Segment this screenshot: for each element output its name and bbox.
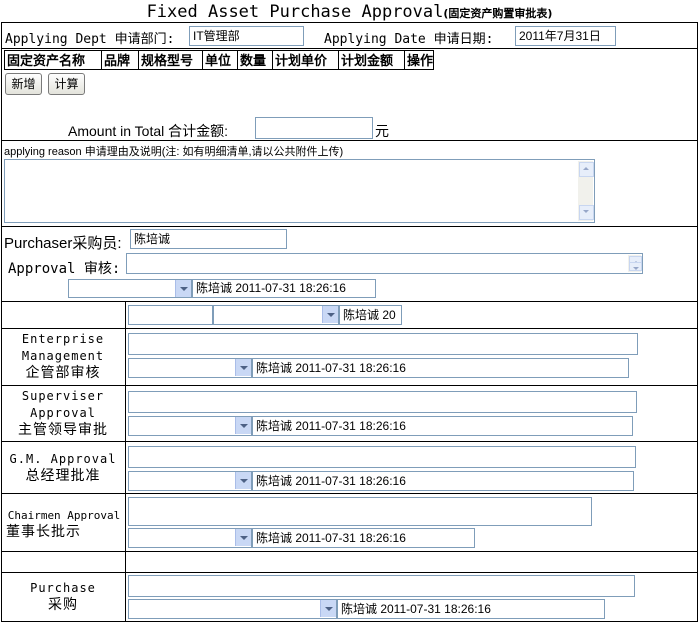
purchaser-field[interactable]: 陈培诚 [130, 229, 287, 249]
amount-field[interactable] [255, 117, 373, 139]
purchase-select[interactable] [128, 599, 337, 619]
col-unit: 单位 [203, 51, 238, 70]
scroll-down-icon[interactable] [579, 205, 594, 220]
supervisor-label-en1: Superviser [21, 389, 105, 403]
col-brand: 品牌 [102, 51, 139, 70]
enterprise-stamp: 陈培诚 2011-07-31 18:26:16 [252, 358, 629, 378]
col-qty: 数量 [238, 51, 273, 70]
chairman-label: Chairmen Approval 董事长批示 [2, 507, 126, 541]
amount-label: Amount in Total 合计金额: [68, 123, 229, 139]
chevron-down-icon[interactable] [235, 529, 251, 546]
approval-scrollbar[interactable] [628, 255, 642, 272]
date-label: Applying Date 申请日期: [324, 32, 494, 47]
col-amount: 计划金额 [339, 51, 405, 70]
chevron-down-icon[interactable] [235, 417, 251, 434]
reason-scrollbar[interactable] [578, 161, 594, 221]
blank-row-stamp: 陈培诚 20 [339, 305, 402, 325]
blank-row-select[interactable] [213, 305, 339, 325]
supervisor-stamp: 陈培诚 2011-07-31 18:26:16 [252, 416, 633, 436]
gm-stamp: 陈培诚 2011-07-31 18:26:16 [252, 471, 634, 491]
approval-stamp: 陈培诚 2011-07-31 18:26:16 [192, 279, 376, 298]
enterprise-label-en1: Enterprise [21, 332, 105, 346]
chairman-label-cn: 董事长批示 [6, 524, 81, 540]
items-table-header: 固定资产名称 品牌 规格型号 单位 数量 计划单价 计划金额 操作 [4, 50, 434, 70]
col-unit-price: 计划单价 [273, 51, 339, 70]
chairman-label-en: Chairmen Approval [7, 509, 121, 522]
purchaser-label: Purchaser采购员: [4, 235, 122, 252]
approval-label: Approval 审核: [8, 261, 121, 277]
reason-textarea[interactable] [4, 159, 595, 223]
chairman-stamp: 陈培诚 2011-07-31 18:26:16 [252, 528, 475, 548]
supervisor-label-cn: 主管领导审批 [18, 422, 108, 438]
approval-textarea[interactable] [126, 253, 643, 274]
chairman-select[interactable] [128, 528, 252, 548]
page-title: Fixed Asset Purchase Approval(固定资产购置审批表) [0, 2, 699, 22]
chevron-down-icon[interactable] [235, 359, 251, 376]
chairman-comment-field[interactable] [128, 497, 592, 526]
amount-unit: 元 [375, 123, 389, 139]
gm-label-en: G.M. Approval [9, 452, 117, 466]
add-button[interactable]: 新增 [5, 73, 42, 95]
title-cn: (固定资产购置审批表) [443, 7, 553, 20]
gm-label-cn: 总经理批准 [25, 468, 101, 484]
enterprise-label-en2: Management [21, 349, 105, 363]
reason-label: applying reason 申请理由及说明(注: 如有明细清单,请以公共附件… [4, 146, 344, 158]
enterprise-label-cn: 企管部审核 [25, 365, 101, 381]
chevron-down-icon[interactable] [322, 306, 338, 323]
enterprise-label: Enterprise Management 企管部审核 [4, 331, 122, 382]
purchase-label: Purchase 采购 [4, 580, 122, 614]
col-asset-name: 固定资产名称 [5, 51, 102, 70]
chevron-down-icon[interactable] [175, 280, 191, 297]
chevron-down-icon[interactable] [235, 472, 251, 489]
approval-select[interactable] [68, 279, 192, 298]
gm-label: G.M. Approval 总经理批准 [4, 451, 122, 485]
dept-field[interactable]: IT管理部 [189, 26, 304, 46]
supervisor-label: Superviser Approval 主管领导审批 [4, 388, 122, 439]
dept-label: Applying Dept 申请部门: [5, 32, 175, 47]
supervisor-select[interactable] [128, 416, 252, 436]
chevron-down-icon[interactable] [320, 600, 336, 617]
gm-select[interactable] [128, 471, 252, 491]
purchase-label-en: Purchase [30, 581, 96, 595]
scroll-up-icon[interactable] [579, 162, 594, 177]
calc-button[interactable]: 计算 [48, 73, 85, 95]
supervisor-comment-field[interactable] [128, 391, 637, 413]
col-action: 操作 [407, 53, 434, 68]
title-main: Fixed Asset Purchase Approval [146, 2, 444, 22]
purchase-label-cn: 采购 [48, 597, 78, 613]
purchase-comment-field[interactable] [128, 575, 635, 597]
gm-comment-field[interactable] [128, 446, 636, 468]
enterprise-select[interactable] [128, 358, 252, 378]
date-field[interactable]: 2011年7月31日 [515, 26, 616, 46]
supervisor-label-en2: Approval [30, 406, 96, 420]
col-model: 规格型号 [139, 51, 203, 70]
enterprise-comment-field[interactable] [128, 333, 638, 355]
blank-row-field[interactable] [128, 305, 213, 325]
scroll-down-icon[interactable] [629, 262, 642, 271]
purchase-stamp: 陈培诚 2011-07-31 18:26:16 [337, 599, 605, 619]
